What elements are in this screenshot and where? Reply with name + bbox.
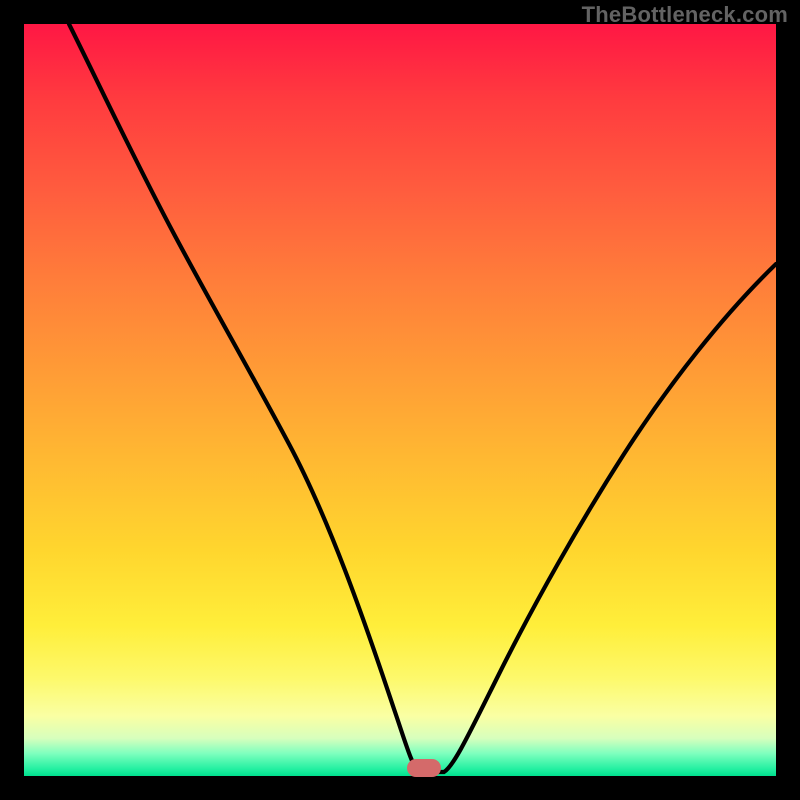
plot-area xyxy=(24,24,776,776)
optimal-marker xyxy=(407,759,441,777)
curve-path xyxy=(69,24,776,772)
chart-container: TheBottleneck.com xyxy=(0,0,800,800)
bottleneck-curve xyxy=(24,24,776,776)
